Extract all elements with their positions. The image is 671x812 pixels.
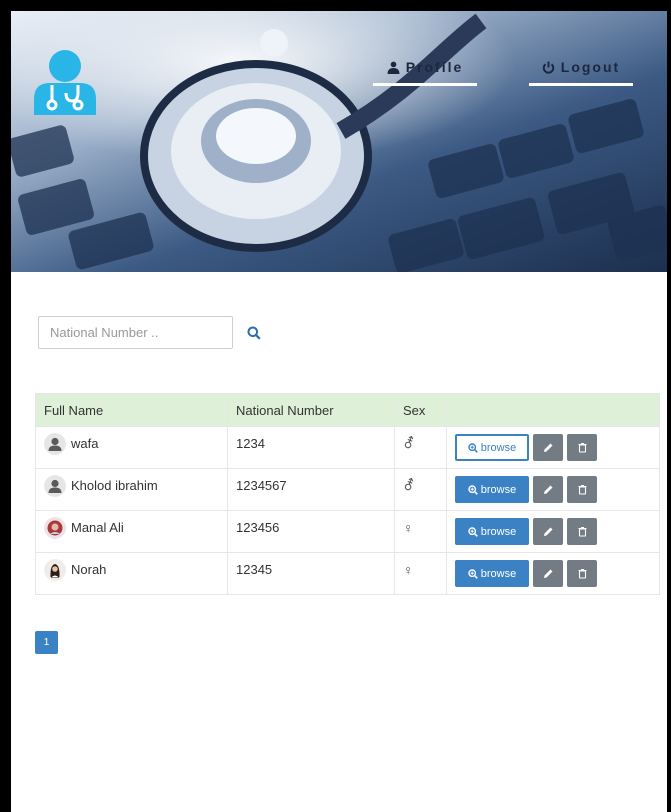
- pencil-icon: [543, 443, 552, 452]
- default-avatar-icon: [44, 432, 66, 455]
- national-number-cell: 12345: [227, 552, 395, 595]
- nav-logout-label: Logout: [560, 59, 621, 75]
- national-number: 123456: [236, 520, 280, 535]
- table-row: Kholod ibrahim 1234567 ⚦ browse: [35, 468, 660, 511]
- trash-icon: [578, 485, 586, 495]
- actions-cell: browse: [446, 468, 660, 511]
- patients-table: Full Name National Number Sex wafa 1234 …: [35, 393, 660, 595]
- header-full-name: Full Name: [35, 393, 228, 427]
- actions-cell: browse: [446, 510, 660, 553]
- full-name-cell: Manal Ali: [35, 510, 228, 553]
- stethoscope-keyboard-image: [11, 13, 667, 272]
- pencil-icon: [543, 485, 552, 494]
- patient-name: Manal Ali: [71, 520, 124, 535]
- nav-logout-link[interactable]: Logout: [529, 55, 633, 86]
- national-number: 1234: [236, 436, 265, 451]
- zoom-in-icon: [468, 442, 478, 453]
- national-number-search-input[interactable]: [38, 316, 233, 349]
- hero-banner: Profile Logout: [11, 11, 667, 272]
- browse-label: browse: [480, 567, 517, 580]
- zoom-in-icon: [468, 526, 478, 537]
- sex-cell: ♀: [394, 510, 447, 553]
- power-icon: [542, 61, 554, 74]
- edit-button[interactable]: [533, 476, 563, 503]
- search-icon[interactable]: [247, 326, 261, 340]
- header-actions: [446, 393, 660, 427]
- patient-name: Kholod ibrahim: [71, 478, 158, 493]
- table-row: Manal Ali 123456 ♀ browse: [35, 510, 660, 553]
- app-frame: Profile Logout Full Name National Number…: [0, 0, 671, 812]
- trash-icon: [578, 527, 586, 537]
- browse-button[interactable]: browse: [455, 560, 529, 587]
- photo-avatar: [44, 516, 66, 539]
- browse-button[interactable]: browse: [455, 476, 529, 503]
- header-national-number: National Number: [227, 393, 395, 427]
- delete-button[interactable]: [567, 518, 597, 545]
- doctor-logo-icon: [34, 50, 96, 115]
- browse-button[interactable]: browse: [455, 518, 529, 545]
- sex-cell: ♀: [394, 552, 447, 595]
- full-name-cell: wafa: [35, 426, 228, 469]
- actions-cell: browse: [446, 426, 660, 469]
- delete-button[interactable]: [567, 560, 597, 587]
- pagination-page-button[interactable]: 1: [35, 631, 58, 654]
- national-number: 12345: [236, 562, 273, 577]
- full-name-cell: Norah: [35, 552, 228, 595]
- sex-cell: ⚦: [394, 426, 447, 469]
- national-number-cell: 1234: [227, 426, 395, 469]
- sex-symbol-icon: ♀: [403, 561, 414, 578]
- nav-profile-link[interactable]: Profile: [373, 55, 477, 86]
- edit-button[interactable]: [533, 560, 563, 587]
- nav-profile-label: Profile: [405, 59, 464, 75]
- patient-name: wafa: [71, 436, 99, 451]
- sex-cell: ⚦: [394, 468, 447, 511]
- female-avatar-icon: [44, 558, 66, 581]
- pencil-icon: [543, 569, 552, 578]
- trash-icon: [578, 569, 586, 579]
- sex-symbol-icon: ⚦: [403, 477, 415, 493]
- browse-button[interactable]: browse: [455, 434, 529, 461]
- trash-icon: [578, 443, 586, 453]
- table-row: Norah 12345 ♀ browse: [35, 552, 660, 595]
- sex-symbol-icon: ♀: [403, 519, 414, 536]
- actions-cell: browse: [446, 552, 660, 595]
- default-avatar-icon: [44, 474, 66, 497]
- delete-button[interactable]: [567, 434, 597, 461]
- browse-label: browse: [480, 483, 517, 496]
- pencil-icon: [543, 527, 552, 536]
- header-sex: Sex: [394, 393, 447, 427]
- national-number: 1234567: [236, 478, 287, 493]
- user-doctor-icon: [387, 61, 400, 74]
- patient-name: Norah: [71, 562, 107, 577]
- edit-button[interactable]: [533, 518, 563, 545]
- table-header-row: Full Name National Number Sex: [35, 393, 660, 427]
- browse-label: browse: [480, 441, 517, 454]
- national-number-cell: 1234567: [227, 468, 395, 511]
- sex-symbol-icon: ⚦: [403, 435, 415, 451]
- browse-label: browse: [480, 525, 517, 538]
- zoom-in-icon: [468, 568, 478, 579]
- national-number-cell: 123456: [227, 510, 395, 553]
- delete-button[interactable]: [567, 476, 597, 503]
- full-name-cell: Kholod ibrahim: [35, 468, 228, 511]
- table-row: wafa 1234 ⚦ browse: [35, 426, 660, 469]
- zoom-in-icon: [468, 484, 478, 495]
- edit-button[interactable]: [533, 434, 563, 461]
